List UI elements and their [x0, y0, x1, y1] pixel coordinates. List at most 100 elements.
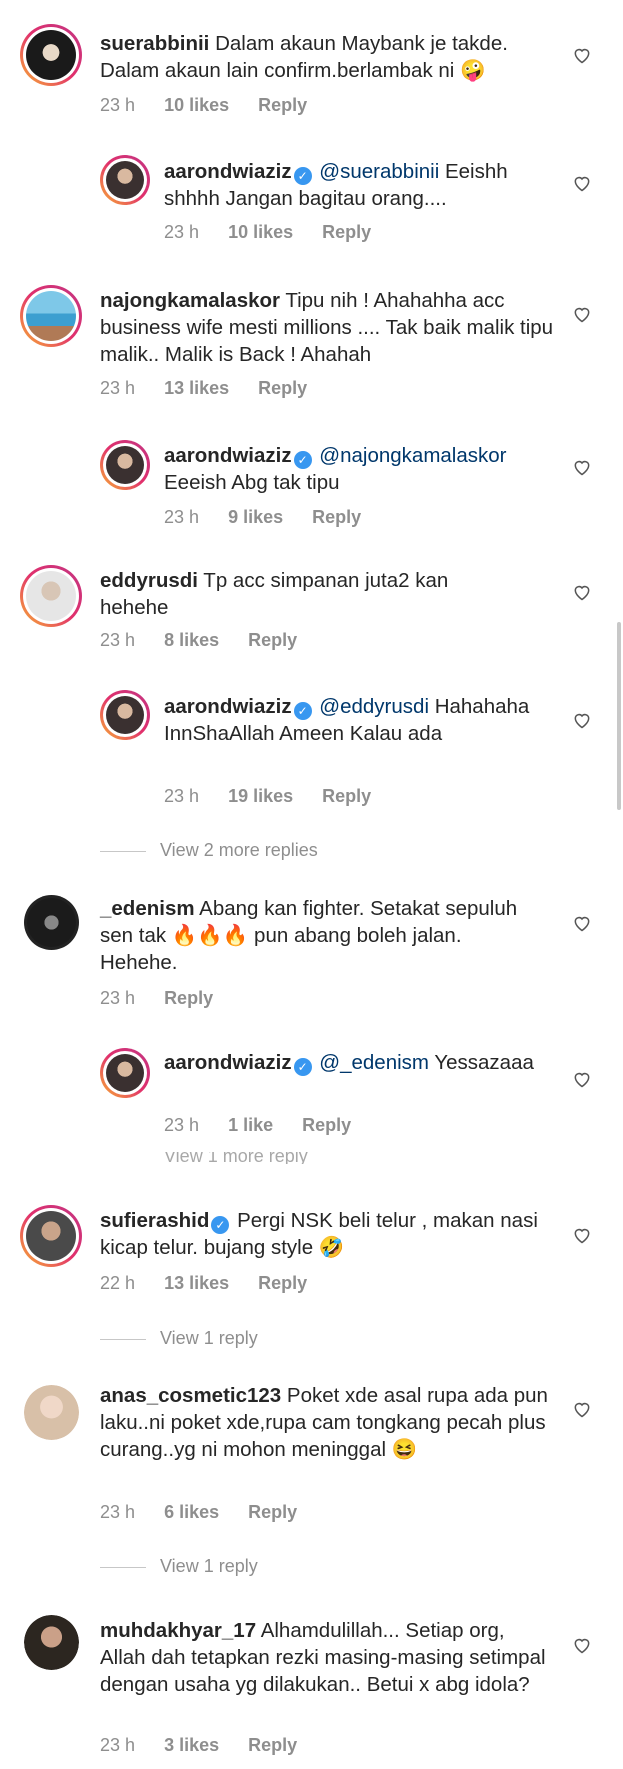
- comment-time: 22 h: [100, 1273, 136, 1293]
- mention-link[interactable]: @eddyrusdi: [319, 695, 429, 718]
- comment-meta: 23 h 10 likes Reply: [100, 95, 331, 116]
- comment-meta: 23 h 3 likes Reply: [100, 1735, 321, 1756]
- comment-username[interactable]: aarondwiaziz: [164, 1051, 292, 1074]
- comment-meta: 23 h 6 likes Reply: [100, 1502, 321, 1523]
- view-more-replies[interactable]: View 1 reply: [100, 1556, 258, 1577]
- comment-item: najongkamalaskor Tipu nih ! Ahahahha acc…: [0, 270, 623, 410]
- heart-outline-icon[interactable]: [572, 913, 592, 933]
- comment-item: suerabbinii Dalam akaun Maybank je takde…: [0, 0, 623, 125]
- comment-username[interactable]: muhdakhyar_17: [100, 1619, 256, 1642]
- verified-badge-icon: ✓: [293, 702, 312, 720]
- comment-meta: 23 h 19 likes Reply: [164, 786, 395, 807]
- reply-button[interactable]: Reply: [248, 630, 297, 650]
- reply-button[interactable]: Reply: [258, 378, 307, 398]
- verified-badge-icon: ✓: [293, 167, 312, 185]
- divider: [100, 1566, 146, 1568]
- comment-username[interactable]: _edenism: [100, 897, 195, 920]
- reply-item: aarondwiaziz ✓ @_edenism Yessazaaa 23 h 1…: [0, 1045, 623, 1145]
- comment-likes[interactable]: 19 likes: [228, 786, 293, 806]
- comment-meta: 23 h Reply: [100, 988, 237, 1009]
- comment-item: _edenism Abang kan fighter. Setakat sepu…: [0, 890, 623, 1020]
- heart-outline-icon[interactable]: [572, 710, 592, 730]
- heart-outline-icon[interactable]: [572, 304, 592, 324]
- heart-outline-icon[interactable]: [572, 173, 592, 193]
- comment-time: 23 h: [164, 786, 200, 806]
- heart-outline-icon[interactable]: [572, 1635, 592, 1655]
- comment-likes[interactable]: 1 like: [228, 1115, 273, 1135]
- comment-time: 23 h: [100, 1735, 136, 1755]
- avatar[interactable]: [20, 285, 82, 347]
- heart-outline-icon[interactable]: [572, 1399, 592, 1419]
- mention-link[interactable]: @suerabbinii: [319, 160, 439, 183]
- avatar[interactable]: [24, 895, 79, 950]
- comment-likes[interactable]: 13 likes: [164, 1273, 229, 1293]
- reply-item: aarondwiaziz ✓ @suerabbinii Eeishh shhhh …: [0, 150, 623, 260]
- reply-button[interactable]: Reply: [312, 507, 361, 527]
- comment-item: sufierashid ✓ Pergi NSK beli telur , maka…: [0, 1195, 623, 1315]
- comment-username[interactable]: aarondwiaziz: [164, 695, 292, 718]
- reply-item: aarondwiaziz ✓ @najongkamalaskor Eeeish A…: [0, 435, 623, 545]
- reply-button[interactable]: Reply: [258, 1273, 307, 1293]
- avatar[interactable]: [100, 1048, 150, 1098]
- comment-likes[interactable]: 6 likes: [164, 1502, 219, 1522]
- reply-button[interactable]: Reply: [302, 1115, 351, 1135]
- comment-username[interactable]: suerabbinii: [100, 32, 209, 55]
- avatar[interactable]: [20, 565, 82, 627]
- heart-outline-icon[interactable]: [572, 457, 592, 477]
- comment-time: 23 h: [100, 95, 136, 115]
- divider: [100, 850, 146, 852]
- reply-button[interactable]: Reply: [164, 988, 213, 1008]
- comment-username[interactable]: sufierashid: [100, 1209, 209, 1232]
- reply-item: aarondwiaziz ✓ @eddyrusdi Hahahaha InnSha…: [0, 690, 623, 820]
- view-more-replies[interactable]: View 2 more replies: [100, 840, 318, 861]
- comment-text: Eeeish Abg tak tipu: [164, 471, 340, 494]
- comment-likes[interactable]: 13 likes: [164, 378, 229, 398]
- comment-username[interactable]: najongkamalaskor: [100, 289, 280, 312]
- comment-username[interactable]: aarondwiaziz: [164, 160, 292, 183]
- comment-username[interactable]: aarondwiaziz: [164, 444, 292, 467]
- comment-likes[interactable]: 10 likes: [228, 222, 293, 242]
- comment-meta: 23 h 13 likes Reply: [100, 378, 331, 399]
- reply-button[interactable]: Reply: [248, 1502, 297, 1522]
- heart-outline-icon[interactable]: [572, 1069, 592, 1089]
- comment-likes[interactable]: 3 likes: [164, 1735, 219, 1755]
- avatar[interactable]: [24, 1385, 79, 1440]
- comment-username[interactable]: anas_cosmetic123: [100, 1384, 281, 1407]
- view-more-replies-partial[interactable]: View 1 more reply: [164, 1152, 308, 1164]
- scrollbar[interactable]: [617, 622, 621, 810]
- verified-badge-icon: ✓: [211, 1216, 230, 1234]
- divider: [100, 1338, 146, 1340]
- avatar[interactable]: [20, 1205, 82, 1267]
- heart-outline-icon[interactable]: [572, 1225, 592, 1245]
- mention-link[interactable]: @najongkamalaskor: [319, 444, 506, 467]
- comment-time: 23 h: [164, 507, 200, 527]
- avatar[interactable]: [100, 155, 150, 205]
- reply-button[interactable]: Reply: [322, 222, 371, 242]
- comment-time: 23 h: [100, 378, 136, 398]
- comment-item: muhdakhyar_17 Alhamdulillah... Setiap or…: [0, 1605, 623, 1769]
- reply-button[interactable]: Reply: [322, 786, 371, 806]
- comment-time: 23 h: [100, 988, 136, 1008]
- avatar[interactable]: [100, 690, 150, 740]
- reply-button[interactable]: Reply: [248, 1735, 297, 1755]
- comment-likes[interactable]: 8 likes: [164, 630, 219, 650]
- avatar[interactable]: [20, 24, 82, 86]
- comment-meta: 23 h 10 likes Reply: [164, 222, 395, 243]
- heart-outline-icon[interactable]: [572, 45, 592, 65]
- verified-badge-icon: ✓: [293, 451, 312, 469]
- comment-meta: 23 h 1 like Reply: [164, 1115, 375, 1136]
- comment-meta: 23 h 9 likes Reply: [164, 507, 385, 528]
- comment-time: 23 h: [164, 222, 200, 242]
- reply-button[interactable]: Reply: [258, 95, 307, 115]
- mention-link[interactable]: @_edenism: [319, 1051, 429, 1074]
- avatar[interactable]: [24, 1615, 79, 1670]
- comment-text: Yessazaaa: [434, 1051, 534, 1074]
- comment-likes[interactable]: 9 likes: [228, 507, 283, 527]
- view-more-replies[interactable]: View 1 reply: [100, 1328, 258, 1349]
- comment-item: eddyrusdi Tp acc simpanan juta2 kan hehe…: [0, 550, 623, 670]
- avatar[interactable]: [100, 440, 150, 490]
- heart-outline-icon[interactable]: [572, 582, 592, 602]
- comment-time: 23 h: [100, 630, 136, 650]
- comment-username[interactable]: eddyrusdi: [100, 569, 198, 592]
- comment-likes[interactable]: 10 likes: [164, 95, 229, 115]
